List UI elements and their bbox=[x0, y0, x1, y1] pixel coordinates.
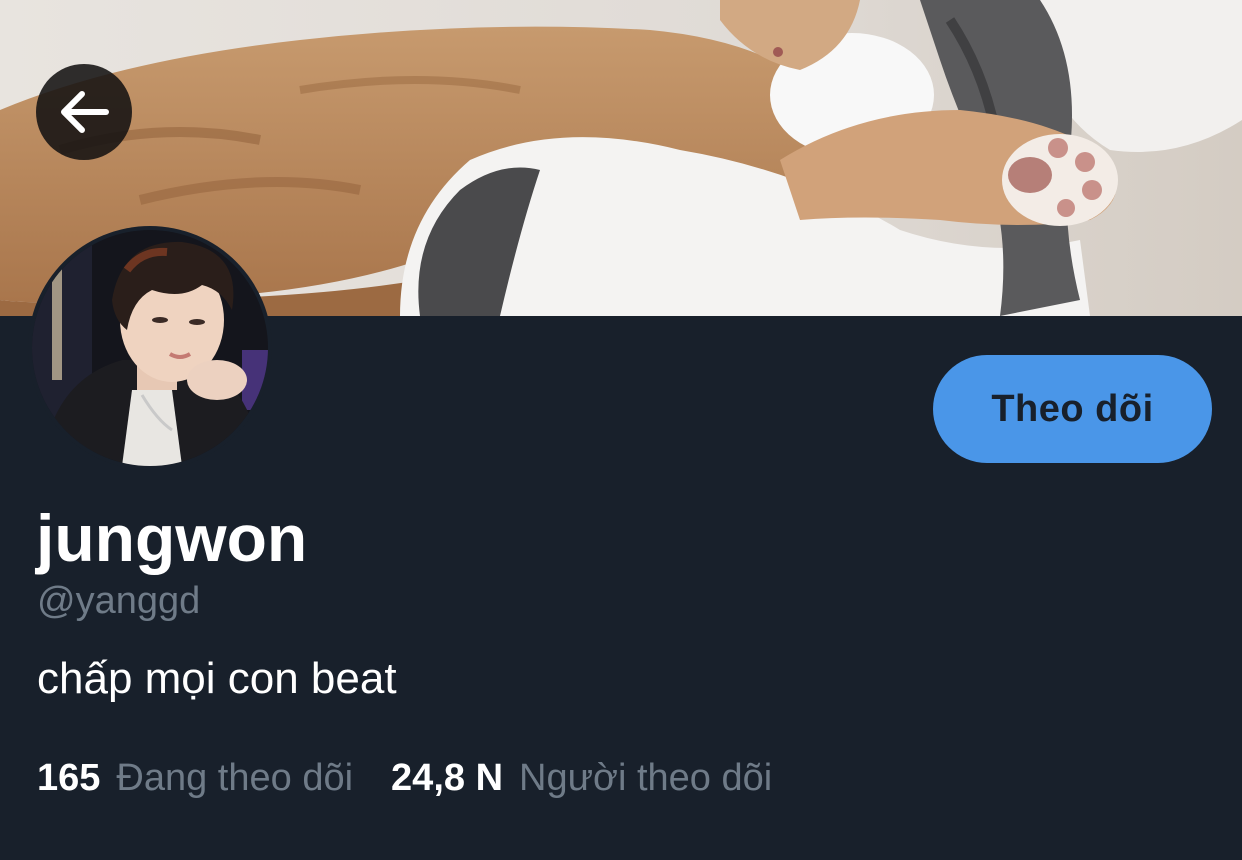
following-label: Đang theo dõi bbox=[116, 757, 354, 799]
followers-count: 24,8 N bbox=[391, 757, 504, 799]
username-handle: @yanggd bbox=[37, 580, 201, 622]
profile-screen: Theo dõi jungwon @yanggd chấp mọi con be… bbox=[0, 0, 1242, 860]
avatar[interactable] bbox=[28, 226, 272, 470]
follow-stats: 165 Đang theo dõi 24,8 N Người theo dõi bbox=[37, 752, 772, 804]
followers-label: Người theo dõi bbox=[519, 757, 773, 799]
avatar-photo bbox=[32, 230, 268, 466]
follow-button[interactable]: Theo dõi bbox=[933, 355, 1212, 463]
display-name: jungwon bbox=[36, 501, 308, 575]
followers-stat[interactable]: 24,8 N Người theo dõi bbox=[391, 752, 772, 804]
following-count: 165 bbox=[37, 757, 101, 799]
following-stat[interactable]: 165 Đang theo dõi bbox=[37, 752, 353, 804]
bio-text: chấp mọi con beat bbox=[37, 654, 397, 703]
back-button[interactable] bbox=[36, 64, 132, 160]
arrow-left-icon bbox=[61, 91, 109, 133]
